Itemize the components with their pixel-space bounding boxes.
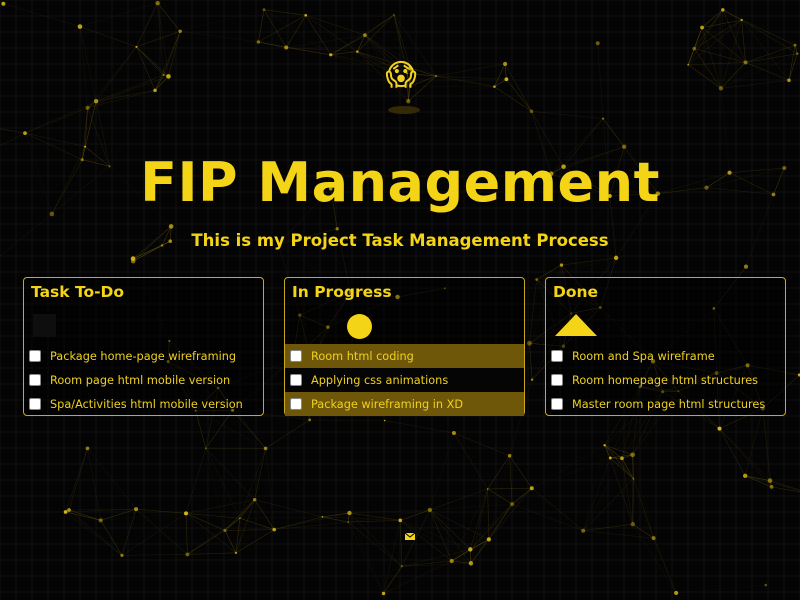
page-title: FIP Management	[140, 151, 660, 214]
task-item: Package wireframing in XD	[285, 392, 524, 416]
task-label: Room html coding	[311, 349, 414, 363]
task-list: Room html coding Applying css animations…	[285, 344, 524, 416]
task-checkbox[interactable]	[551, 398, 563, 410]
task-label: Master room page html structures	[572, 397, 766, 411]
task-item: Master room page html structures	[546, 392, 785, 416]
task-item: Room and Spa wireframe	[546, 344, 785, 368]
task-checkbox[interactable]	[290, 350, 302, 362]
task-checkbox[interactable]	[29, 350, 41, 362]
task-list: Package home-page wireframing Room page …	[24, 344, 263, 416]
triangle-marker-icon	[555, 314, 597, 336]
task-item: Room page html mobile version	[24, 368, 263, 392]
task-checkbox[interactable]	[551, 350, 563, 362]
column-title: Task To-Do	[31, 283, 125, 301]
task-item: Room homepage html structures	[546, 368, 785, 392]
task-item: Room html coding	[285, 344, 524, 368]
task-checkbox[interactable]	[551, 374, 563, 386]
column-done: Done Room and Spa wireframe Room homepag…	[545, 277, 786, 416]
task-checkbox[interactable]	[29, 374, 41, 386]
mascot-shadow	[388, 106, 420, 114]
task-item: Package home-page wireframing	[24, 344, 263, 368]
task-label: Room and Spa wireframe	[572, 349, 715, 363]
task-list: Room and Spa wireframe Room homepage htm…	[546, 344, 785, 416]
page-subtitle: This is my Project Task Management Proce…	[191, 231, 609, 250]
task-item: Spa/Activities html mobile version	[24, 392, 263, 416]
circle-marker-icon	[347, 314, 372, 339]
task-label: Room homepage html structures	[572, 373, 759, 387]
task-checkbox[interactable]	[29, 398, 41, 410]
column-title: In Progress	[292, 283, 392, 301]
task-label: Room page html mobile version	[50, 373, 231, 387]
column-title: Done	[553, 283, 599, 301]
task-checkbox[interactable]	[290, 398, 302, 410]
column-in-progress: In Progress Room html coding Applying cs…	[284, 277, 525, 416]
square-marker-icon	[33, 314, 56, 337]
task-item: Applying css animations	[285, 368, 524, 392]
task-label: Package wireframing in XD	[311, 397, 464, 411]
task-label: Spa/Activities html mobile version	[50, 397, 243, 411]
task-label: Applying css animations	[311, 373, 449, 387]
task-checkbox[interactable]	[290, 374, 302, 386]
mail-icon[interactable]	[405, 533, 415, 540]
task-label: Package home-page wireframing	[50, 349, 237, 363]
ghost-face-icon: 😱	[385, 58, 417, 93]
column-task-todo: Task To-Do Package home-page wireframing…	[23, 277, 264, 416]
